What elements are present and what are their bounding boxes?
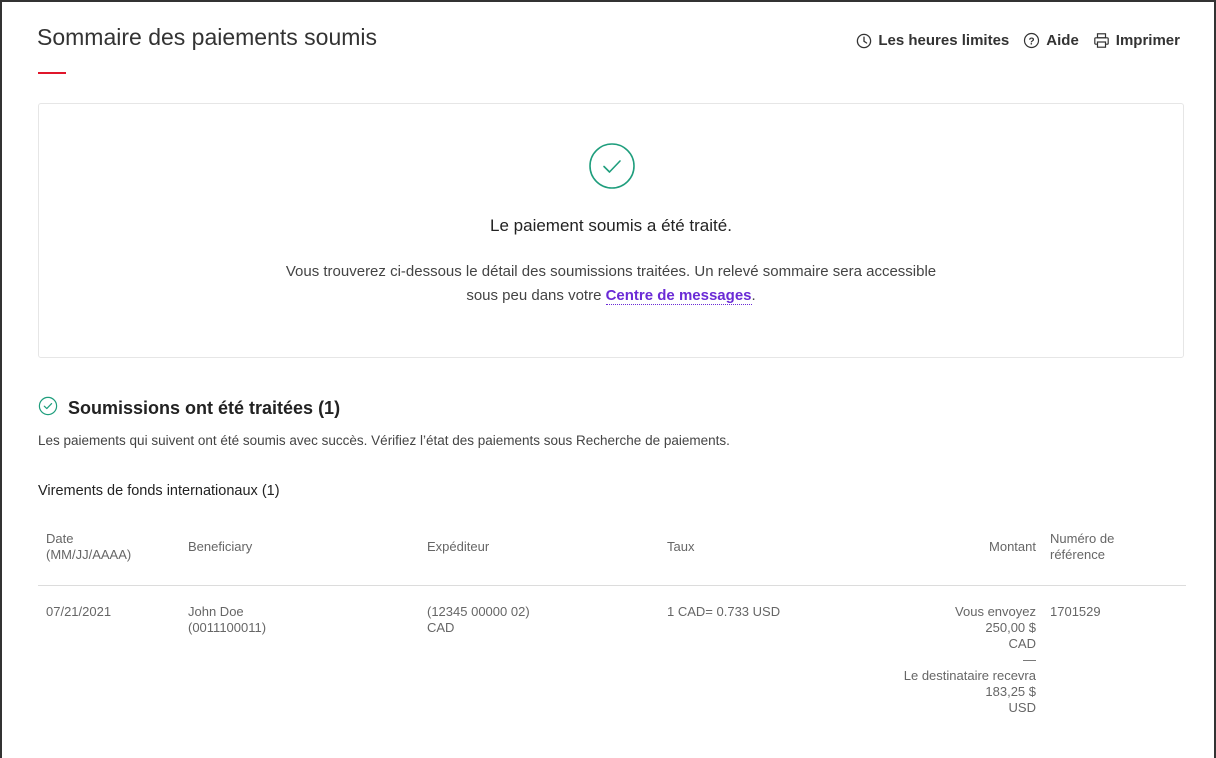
amount-separator: —: [1023, 652, 1036, 667]
cutoff-times-link[interactable]: Les heures limites: [856, 32, 1009, 49]
receive-label: Le destinataire recevra: [903, 668, 1036, 683]
beneficiary-account: (0011100011): [188, 620, 267, 635]
header-date-line2: (MM/JJ/AAAA): [46, 547, 132, 562]
header-sender: Expéditeur: [427, 539, 490, 554]
title-accent-bar: [38, 72, 66, 74]
send-label: Vous envoyez: [955, 604, 1036, 619]
receive-amount: 183,25 $: [985, 684, 1036, 699]
check-circle-icon: [38, 396, 58, 421]
cell-reference: 1701529: [1050, 604, 1101, 619]
header-reference-line1: Numéro de: [1050, 531, 1115, 546]
sender-account: (12345 00000 02): [427, 604, 530, 619]
table-divider: [38, 585, 1186, 586]
printer-icon: [1093, 32, 1110, 49]
toolbar: Les heures limites ? Aide Imprimer: [856, 32, 1180, 49]
header-beneficiary: Beneficiary: [188, 539, 253, 554]
receive-currency: USD: [1008, 700, 1036, 715]
confirmation-description: Vous trouverez ci-dessous le détail des …: [39, 260, 1183, 308]
print-link[interactable]: Imprimer: [1093, 32, 1180, 49]
header-reference: Numéro de référence: [1050, 531, 1114, 563]
help-link[interactable]: ? Aide: [1023, 32, 1079, 49]
send-currency: CAD: [1008, 636, 1036, 651]
section-header: Soumissions ont été traitées (1): [38, 396, 340, 421]
confirmation-desc-line1: Vous trouverez ci-dessous le détail des …: [285, 263, 937, 280]
beneficiary-name: John Doe: [188, 604, 244, 619]
header-rate: Taux: [667, 539, 695, 554]
cell-amount: Vous envoyez 250,00 $ CAD — Le destinata…: [880, 604, 1036, 716]
desc-prefix: sous peu dans votre: [466, 287, 606, 304]
cell-rate: 1 CAD= 0.733 USD: [667, 604, 781, 619]
help-label: Aide: [1046, 32, 1079, 49]
send-amount: 250,00 $: [985, 620, 1036, 635]
clock-icon: [856, 33, 872, 49]
print-label: Imprimer: [1115, 32, 1180, 49]
help-circle-icon: ?: [1023, 32, 1040, 49]
message-centre-link[interactable]: Centre de messages: [605, 287, 752, 305]
cell-sender: (12345 00000 02) CAD: [427, 604, 530, 636]
group-title: Virements de fonds internationaux (1): [38, 483, 280, 499]
confirmation-desc-line2: sous peu dans votre Centre de messages.: [39, 284, 1183, 308]
page-title: Sommaire des paiements soumis: [37, 24, 378, 50]
section-subtitle: Les paiements qui suivent ont été soumis…: [38, 433, 730, 448]
confirmation-card: Le paiement soumis a été traité. Vous tr…: [38, 103, 1184, 358]
header-amount: Montant: [989, 539, 1036, 554]
header-date-line1: Date: [46, 531, 74, 546]
header-date: Date (MM/JJ/AAAA): [46, 531, 131, 563]
confirmation-heading: Le paiement soumis a été traité.: [490, 216, 732, 235]
cell-date: 07/21/2021: [46, 604, 112, 619]
sender-currency: CAD: [427, 620, 455, 635]
desc-suffix: .: [751, 287, 756, 304]
check-circle-icon: [588, 142, 636, 195]
section-title: Soumissions ont été traitées (1): [68, 398, 341, 418]
cell-beneficiary: John Doe (0011100011): [188, 604, 266, 636]
cutoff-times-label: Les heures limites: [878, 32, 1010, 49]
svg-text:?: ?: [1029, 36, 1035, 47]
header-reference-line2: référence: [1050, 547, 1105, 562]
